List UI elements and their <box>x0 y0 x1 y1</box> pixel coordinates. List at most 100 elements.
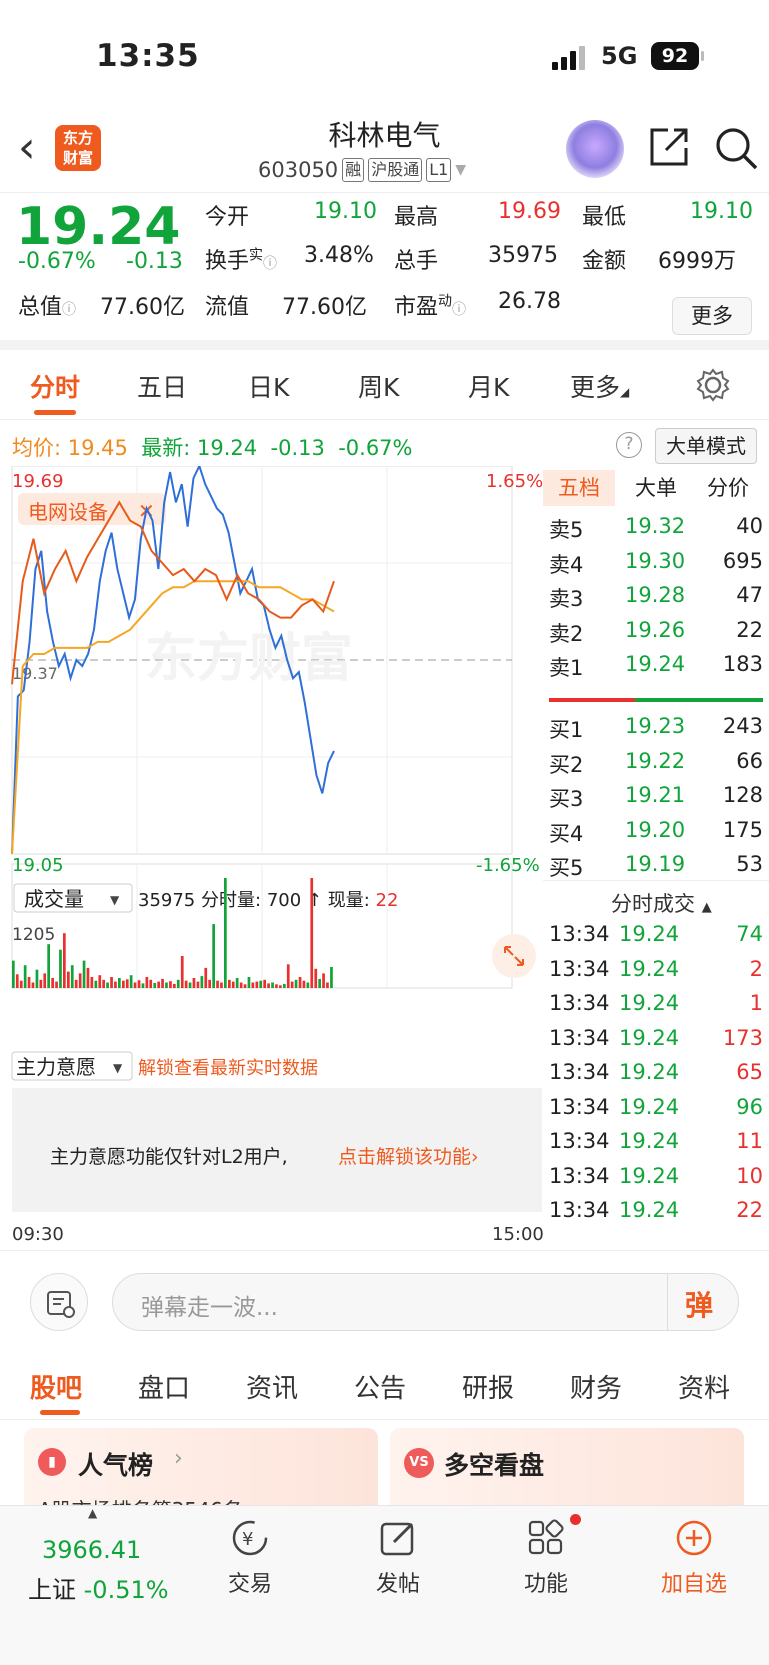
ask-row: 卖3 19.28 47 <box>543 583 763 617</box>
divider <box>543 880 769 881</box>
status-bar: 13:35 5G 92 <box>0 0 769 110</box>
volume-bar <box>145 977 149 988</box>
comment-placeholder: 弹幕走一波... <box>141 1295 278 1321</box>
pe-label: 市盈动ⓘ <box>394 293 467 320</box>
signal-icon <box>552 46 585 70</box>
volume-bar <box>19 980 23 988</box>
bid-label: 买3 <box>549 787 584 811</box>
features-item[interactable]: 功能 <box>518 1506 574 1598</box>
assistant-robot-icon[interactable] <box>566 120 624 178</box>
search-icon[interactable] <box>714 126 758 170</box>
tab-research[interactable]: 研报 <box>462 1368 514 1405</box>
popularity-card[interactable]: ▮ 人气榜 › A股市场排名第3546名 <box>24 1428 378 1505</box>
volume-bar <box>322 973 325 988</box>
volume-bar <box>74 979 78 988</box>
help-icon[interactable]: ? <box>616 432 642 458</box>
tick-price: 19.24 <box>619 1025 680 1050</box>
trade-item[interactable]: ¥ 交易 <box>222 1506 278 1598</box>
tab-intraday[interactable]: 分时 <box>30 368 80 404</box>
plus-circle-icon <box>676 1520 712 1556</box>
volume-bar <box>290 981 294 988</box>
tick-price: 19.24 <box>619 1198 680 1222</box>
tab-5day[interactable]: 五日 <box>137 368 187 404</box>
bull-bear-card[interactable]: VS 多空看盘 <box>390 1428 744 1505</box>
ask-volume: 47 <box>736 583 763 607</box>
ask-price: 19.28 <box>625 583 686 607</box>
news-tabs: 股吧 盘口 资讯 公告 研报 财务 资料 <box>0 1350 769 1420</box>
bid-volume: 175 <box>722 817 763 842</box>
volume-bar <box>212 924 215 988</box>
index-value[interactable]: 3966.41 <box>42 1536 141 1564</box>
volume-bar <box>318 978 321 988</box>
tab-more[interactable]: 更多◢ <box>570 368 629 404</box>
expand-icon[interactable] <box>492 934 536 978</box>
tab-five-levels[interactable]: 五档 <box>543 470 615 506</box>
add-watchlist-item[interactable]: 加自选 <box>656 1506 732 1598</box>
zhuli-label: 主力意愿 <box>16 1055 96 1079</box>
comment-input[interactable]: 弹幕走一波... 弹 <box>112 1273 739 1331</box>
tab-finance[interactable]: 财务 <box>570 1368 622 1405</box>
ask-volume: 183 <box>722 652 763 676</box>
tab-announcements[interactable]: 公告 <box>354 1368 406 1405</box>
tab-monthly-k[interactable]: 月K <box>468 368 509 404</box>
post-label: 发帖 <box>375 1572 420 1597</box>
volume-bar <box>39 979 43 988</box>
volume-bar <box>67 971 70 988</box>
post-item[interactable]: 发帖 <box>370 1506 426 1598</box>
volume-bar <box>192 978 196 988</box>
tab-guba[interactable]: 股吧 <box>30 1368 82 1405</box>
intraday-chart[interactable]: 电网设备 ✕ 19.69 19.05 19.37 1.65% -1.65% 东方… <box>0 466 543 1250</box>
bid-price: 19.22 <box>625 748 686 773</box>
low-value: 19.10 <box>690 199 753 224</box>
tab-daily-k[interactable]: 日K <box>248 368 289 404</box>
volume-bar <box>102 979 105 988</box>
tick-price: 19.24 <box>619 956 680 981</box>
tab-weekly-k[interactable]: 周K <box>358 368 399 404</box>
danmaku-button[interactable]: 弹 <box>685 1284 713 1324</box>
quote-panel: 19.24 -0.67% -0.13 今开 19.10 最高 19.69 最低 … <box>0 192 769 350</box>
volume-bar <box>12 960 15 988</box>
tag-connect: 沪股通 <box>368 158 423 182</box>
tick-volume: 173 <box>722 1025 763 1050</box>
volume-bar <box>220 982 223 988</box>
time-end-label: 15:00 <box>492 1224 543 1245</box>
tick-price: 19.24 <box>619 991 680 1015</box>
index-line[interactable]: 上证 -0.51% <box>28 1570 169 1605</box>
tab-news[interactable]: 资讯 <box>246 1368 298 1405</box>
volume-bar <box>106 982 109 988</box>
tick-label: 13:34 <box>549 1163 610 1188</box>
ask-label: 卖4 <box>549 552 584 577</box>
volume-bar <box>82 960 86 988</box>
tick-volume: 1 <box>749 991 763 1015</box>
ticks-header[interactable]: 分时成交 ▲ <box>611 888 712 918</box>
open-value: 19.10 <box>314 199 377 224</box>
ask-label: 卖1 <box>549 656 584 680</box>
tab-price-dist[interactable]: 分价 <box>707 470 749 506</box>
latest-change: -0.13 <box>270 436 325 460</box>
settings-gear-icon[interactable] <box>696 368 730 402</box>
tab-pankou[interactable]: 盘口 <box>138 1368 190 1405</box>
pct-change: -0.67% <box>18 249 96 274</box>
share-icon[interactable] <box>648 126 690 168</box>
big-order-mode-button[interactable]: 大单模式 <box>655 428 757 464</box>
tick-row: 13:34 19.24 2 <box>543 957 763 991</box>
zhuli-unlock-link[interactable]: 解锁查看最新实时数据 <box>138 1058 318 1079</box>
trade-label: 交易 <box>227 1572 272 1597</box>
stock-code-line[interactable]: 603050 融 沪股通 L1 ▼ <box>258 158 466 182</box>
volume-bar <box>275 984 278 988</box>
watermark-logo: 东方财富 <box>145 629 353 689</box>
ask-row: 卖1 19.24 183 <box>543 652 763 686</box>
zhuli-unlock-cta[interactable]: 点击解锁该功能› <box>338 1146 479 1168</box>
tab-profile[interactable]: 资料 <box>678 1368 730 1405</box>
chevron-down-icon: ▼ <box>110 893 120 907</box>
bid-label: 买2 <box>549 752 584 777</box>
tab-big-orders[interactable]: 大单 <box>635 470 677 506</box>
volume-bar <box>43 973 47 988</box>
more-button[interactable]: 更多 <box>672 297 752 335</box>
network-type: 5G <box>601 42 638 70</box>
comment-settings-icon[interactable] <box>30 1273 88 1331</box>
volume-bar <box>153 983 157 988</box>
volume-bar <box>208 979 211 988</box>
svg-text:¥: ¥ <box>242 1529 253 1550</box>
volume-bar <box>129 975 133 988</box>
